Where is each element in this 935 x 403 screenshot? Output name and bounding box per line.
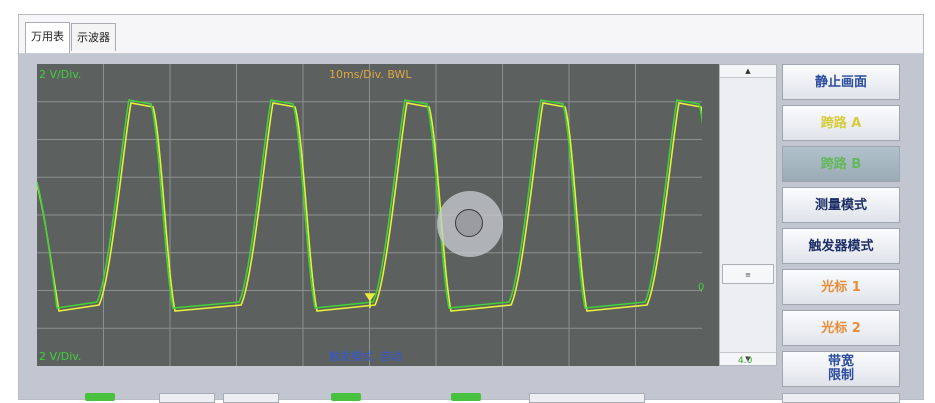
oscilloscope-panel: 2 V/Div. 10ms/Div. BWL 2 V/Div. 触发模式 .自动… — [19, 54, 923, 403]
scope-display[interactable]: 2 V/Div. 10ms/Div. BWL 2 V/Div. 触发模式 .自动… — [37, 64, 722, 366]
bottom-button-1[interactable] — [159, 393, 215, 403]
vertical-scrollbar[interactable]: ▲ ≡ ▼ — [719, 64, 777, 366]
app-window: 万用表 示波器 2 V/Div. 10ms/Div. BWL 2 V/Div. … — [18, 14, 924, 403]
scope-graph — [37, 64, 702, 366]
tab-multimeter[interactable]: 万用表 — [25, 22, 70, 53]
timebase-label: 10ms/Div. BWL — [329, 68, 412, 81]
channel-a-button[interactable]: 跨路 A — [782, 105, 900, 141]
cursor-2-button[interactable]: 光标 2 — [782, 310, 900, 346]
cursor-1-button[interactable]: 光标 1 — [782, 269, 900, 305]
touch-indicator — [437, 191, 503, 257]
channel-1-scale: 2 V/Div. — [39, 68, 82, 81]
bandwidth-limit-button[interactable]: 带宽 限制 — [782, 351, 900, 387]
channel-2-scale: 2 V/Div. — [39, 350, 82, 363]
zero-marker-label: 0 — [698, 282, 705, 293]
scroll-up-icon[interactable]: ▲ — [720, 65, 776, 78]
tab-oscilloscope[interactable]: 示波器 — [71, 23, 116, 51]
bottom-button-2[interactable] — [223, 393, 279, 403]
scroll-thumb[interactable]: ≡ — [722, 264, 774, 284]
channel-b-button[interactable]: 跨路 B — [782, 146, 900, 182]
tab-bar: 万用表 示波器 — [19, 15, 923, 54]
bottom-button-3[interactable] — [529, 393, 645, 403]
freeze-screen-button[interactable]: 静止画面 — [782, 64, 900, 100]
touch-indicator-center — [455, 209, 483, 237]
measure-mode-button[interactable]: 测量模式 — [782, 187, 900, 223]
scrollbar-value: 4.0 — [738, 356, 753, 366]
bottom-button-4[interactable] — [782, 393, 900, 403]
trigger-mode-button[interactable]: 触发器模式 — [782, 228, 900, 264]
trigger-status: 触发模式 .自动 — [329, 350, 402, 363]
